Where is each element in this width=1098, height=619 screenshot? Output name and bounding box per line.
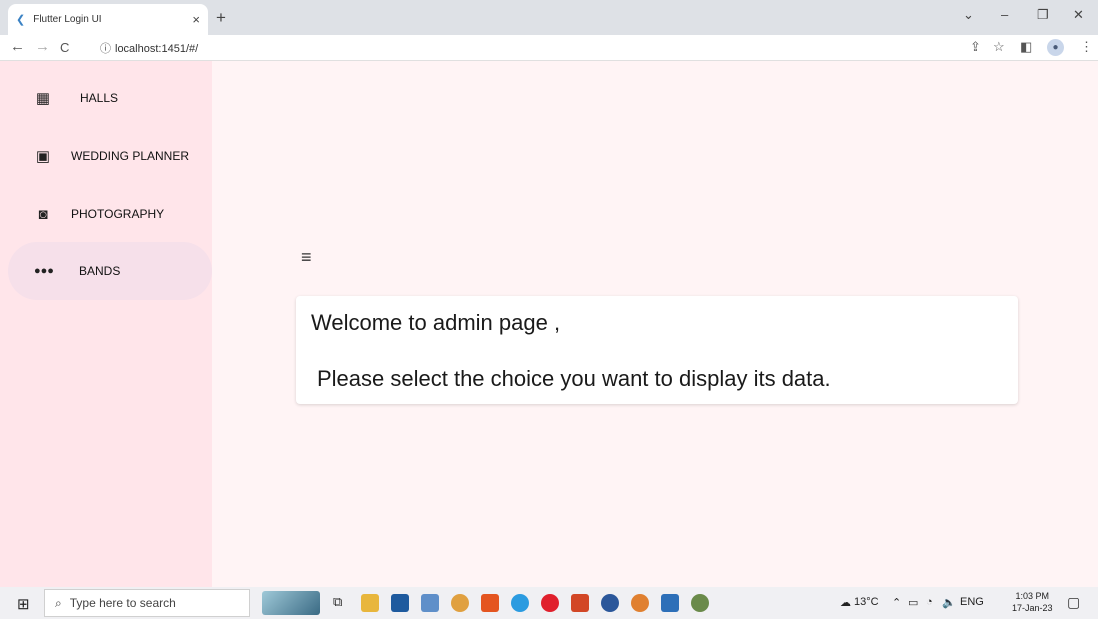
chrome-icon[interactable] [631, 594, 649, 612]
opera-icon[interactable] [541, 594, 559, 612]
sidebar-item-label: WEDDING PLANNER [71, 149, 190, 163]
back-icon[interactable]: ← [10, 38, 25, 55]
grid-icon: ▦ [35, 90, 51, 107]
reload-icon[interactable]: C [60, 40, 69, 55]
clock[interactable]: 1:03 PM 17-Jan-23 [1012, 590, 1053, 614]
minimize-icon[interactable]: – [1001, 7, 1008, 22]
close-window-icon[interactable]: ✕ [1073, 7, 1084, 23]
sidebar-item-bands[interactable]: ●●● BANDS [8, 242, 212, 300]
forward-icon[interactable]: → [35, 38, 50, 55]
camera-icon: ◙ [38, 205, 48, 223]
weather-icon: ☁ [840, 597, 851, 609]
clock-time: 1:03 PM [1015, 591, 1050, 601]
taskbar-search[interactable]: ⌕ Type here to search [44, 589, 250, 617]
task-view-icon[interactable]: ⧉ [333, 594, 342, 610]
sidebar-item-label: BANDS [79, 264, 121, 278]
show-hidden-icons-icon[interactable]: ⌃ [892, 596, 901, 609]
hamburger-menu-icon[interactable]: ≡ [301, 247, 312, 268]
store-icon[interactable] [391, 594, 409, 612]
search-icon: ⌕ [55, 595, 62, 610]
sidebar-item-label: HALLS [80, 91, 119, 105]
main-content: ≡ Welcome to admin page , Please select … [212, 61, 1098, 587]
chrome-profile-icon[interactable] [691, 594, 709, 612]
weather-widget-image[interactable] [262, 591, 320, 615]
instruction-text: Please select the choice you want to dis… [317, 366, 831, 391]
welcome-heading: Welcome to admin page , [311, 310, 561, 335]
powerpoint-icon[interactable] [571, 594, 589, 612]
tab-search-icon[interactable]: ⌄ [963, 7, 974, 23]
weather-temp[interactable]: 13°C [854, 596, 879, 608]
volume-icon[interactable]: 🔈 [942, 596, 956, 609]
url-field[interactable]: ⓘ localhost:1451/#/ [100, 40, 198, 56]
app-icon[interactable] [421, 594, 439, 612]
groups-icon: ●●● [34, 265, 54, 277]
new-tab-button[interactable]: + [216, 8, 226, 28]
flutter-icon: ❮ [16, 14, 26, 26]
browser-tabstrip: ❮ Flutter Login UI × + ⌄ – ❐ ✕ [0, 0, 1098, 35]
sidepanel-icon[interactable]: ◧ [1020, 39, 1032, 55]
windows-start-icon[interactable]: ⊞ [17, 595, 30, 613]
close-tab-icon[interactable]: × [192, 12, 200, 27]
office-icon[interactable] [481, 594, 499, 612]
file-explorer-icon[interactable] [361, 594, 379, 612]
profile-avatar[interactable]: ● [1047, 39, 1064, 56]
notifications-icon[interactable]: ▢ [1067, 594, 1080, 611]
photos-icon[interactable] [661, 594, 679, 612]
restore-icon[interactable]: ❐ [1037, 7, 1049, 23]
sidebar-item-label: PHOTOGRAPHY [71, 207, 165, 221]
sidebar-item-photography[interactable]: ◙ PHOTOGRAPHY [8, 185, 212, 243]
chrome-icon[interactable] [451, 594, 469, 612]
sidebar: ▦ HALLS ▣ WEDDING PLANNER ◙ PHOTOGRAPHY … [0, 61, 212, 587]
word-icon[interactable] [601, 594, 619, 612]
address-bar: ← → C ⓘ localhost:1451/#/ ⇪ ☆ ◧ ● ⋮ [0, 35, 1098, 61]
taskbar: ⊞ ⌕ Type here to search ⧉ ☁ 13°C ⌃ ▭ ◔ 🔈… [0, 587, 1098, 619]
calendar-icon: ▣ [35, 148, 51, 165]
url-text: localhost:1451/#/ [115, 43, 199, 55]
sidebar-item-wedding-planner[interactable]: ▣ WEDDING PLANNER [8, 127, 212, 185]
language-indicator[interactable]: ENG [960, 596, 984, 608]
edge-icon[interactable] [511, 594, 529, 612]
battery-icon[interactable]: ▭ [908, 596, 918, 609]
info-icon[interactable]: ⓘ [100, 43, 111, 55]
tab-title: Flutter Login UI [33, 14, 102, 25]
sidebar-item-halls[interactable]: ▦ HALLS [8, 69, 212, 127]
share-icon[interactable]: ⇪ [970, 39, 981, 55]
menu-kebab-icon[interactable]: ⋮ [1080, 39, 1093, 55]
welcome-card: Welcome to admin page , Please select th… [296, 296, 1018, 404]
browser-tab[interactable]: ❮ Flutter Login UI × [8, 4, 208, 35]
bookmark-star-icon[interactable]: ☆ [993, 39, 1005, 55]
search-placeholder: Type here to search [69, 596, 176, 610]
clock-date: 17-Jan-23 [1012, 603, 1053, 613]
wifi-icon[interactable]: ◔ [926, 596, 933, 608]
